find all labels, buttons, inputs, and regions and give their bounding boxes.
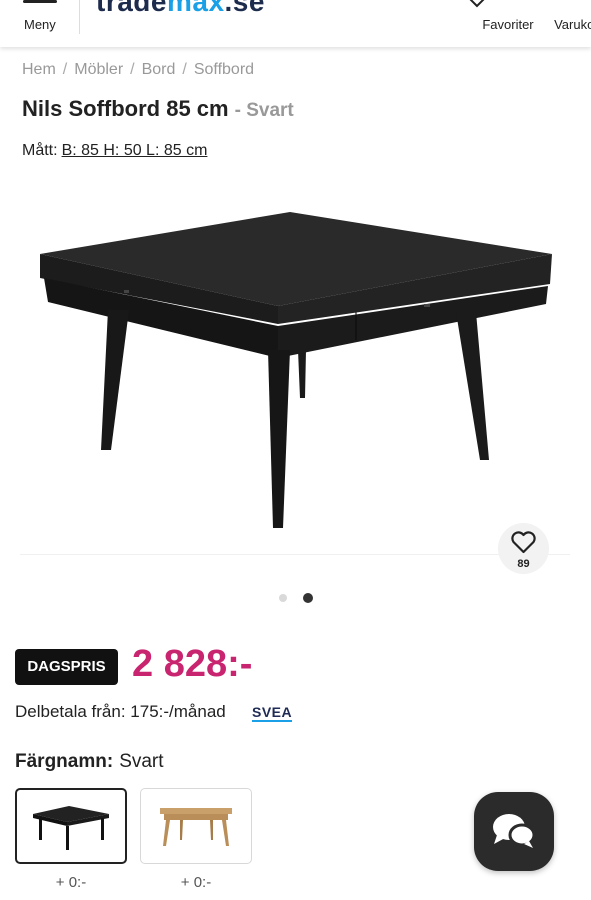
product-image[interactable] (0, 180, 591, 555)
dagspris-badge: DAGSPRIS (15, 649, 118, 685)
favorites-button[interactable]: Favoriter (446, 0, 534, 47)
heart-icon (469, 0, 485, 8)
color-label: Färgnamn: (15, 751, 114, 772)
table-black-swatch-icon (33, 806, 109, 850)
installment-text: Delbetala från: 175:-/månad (15, 702, 226, 721)
product-dimensions: Mått: B: 85 H: 50 L: 85 cm (22, 142, 207, 160)
breadcrumb-item-hem[interactable]: Hem (22, 61, 56, 79)
color-value: Svart (119, 751, 164, 772)
carousel-dot-1[interactable] (279, 594, 287, 602)
product-variant: - Svart (234, 100, 294, 121)
swatch-price-black: + 0:- (55, 874, 87, 891)
breadcrumb-separator: / (62, 61, 68, 78)
menu-button[interactable]: Meny (14, 0, 70, 47)
favorite-toggle[interactable]: 89 (498, 523, 549, 574)
color-swatch-black[interactable] (15, 788, 127, 864)
cart-icon (534, 0, 564, 8)
breadcrumb-item-soffbord[interactable]: Soffbord (194, 61, 254, 79)
chat-bubbles-icon (493, 814, 536, 848)
color-row: Färgnamn: Svart (15, 751, 164, 773)
product-price: 2 828:- (132, 643, 253, 685)
header-divider (79, 0, 80, 34)
breadcrumb: Hem / Möbler / Bord / Soffbord (22, 61, 254, 79)
favorite-count: 89 (517, 558, 530, 570)
breadcrumb-separator: / (182, 61, 187, 78)
site-header: Meny trademax.se Favoriter Varukorg (0, 0, 591, 47)
heart-outline-icon (511, 531, 536, 554)
menu-label: Meny (24, 17, 56, 32)
product-title-row: Nils Soffbord 85 cm - Svart (22, 96, 294, 122)
svea-logo: SVEA (252, 704, 293, 720)
swatch-price-oak: + 0:- (180, 874, 212, 891)
product-title: Nils Soffbord 85 cm (22, 96, 229, 121)
breadcrumb-separator: / (130, 61, 135, 78)
cart-button[interactable]: Varukorg (518, 0, 591, 47)
breadcrumb-item-bord[interactable]: Bord (142, 61, 176, 79)
color-swatch-oak[interactable] (140, 788, 252, 864)
carousel-dot-2-active[interactable] (303, 593, 313, 603)
image-divider (20, 554, 570, 555)
site-logo[interactable]: trademax.se (96, 0, 265, 18)
breadcrumb-item-mobler[interactable]: Möbler (74, 61, 123, 79)
cart-label: Varukorg (554, 17, 591, 32)
hamburger-icon (23, 0, 57, 3)
table-oak-swatch-icon (160, 808, 232, 846)
coffee-table-image (40, 212, 552, 528)
svea-logo-underline (252, 720, 292, 722)
dimensions-link[interactable]: B: 85 H: 50 L: 85 cm (62, 142, 208, 159)
chat-button[interactable] (474, 792, 554, 871)
dimensions-label: Mått: (22, 142, 58, 159)
